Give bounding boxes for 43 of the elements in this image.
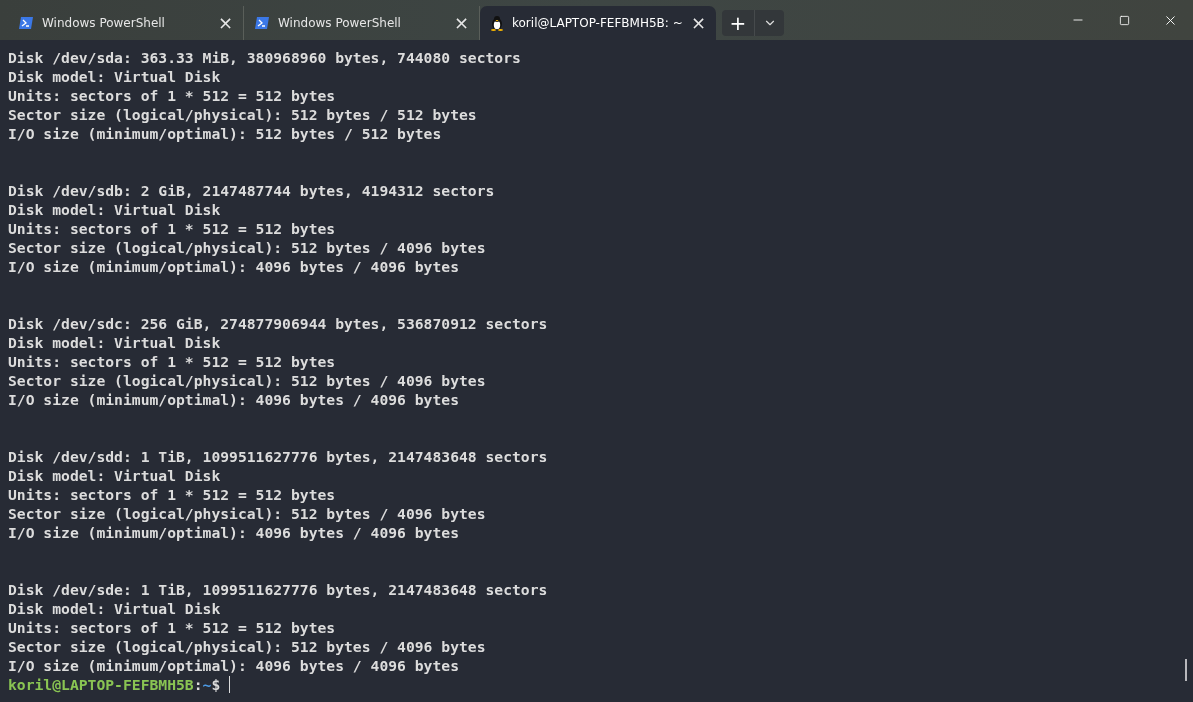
- terminal-output-line: I/O size (minimum/optimal): 4096 bytes / 4096 bytes: [8, 523, 459, 542]
- close-tab-button[interactable]: ×: [217, 14, 233, 32]
- terminal-output-line: Sector size (logical/physical): 512 bytes / 4096 bytes: [8, 238, 486, 257]
- terminal-output-line: Sector size (logical/physical): 512 bytes / 4096 bytes: [8, 504, 486, 523]
- terminal-output-line: Units: sectors of 1 * 512 = 512 bytes: [8, 352, 336, 371]
- tab-label: Windows PowerShell: [278, 15, 402, 32]
- tab[interactable]: Windows PowerShell ×: [8, 6, 244, 40]
- tab[interactable]: koril@LAPTOP-FEFBMH5B: ~ ×: [480, 6, 716, 40]
- terminal-output-line: I/O size (minimum/optimal): 4096 bytes / 4096 bytes: [8, 656, 459, 675]
- prompt-path: ~: [202, 675, 212, 694]
- prompt-separator: :: [193, 675, 203, 694]
- terminal-output-line: Disk /dev/sda: 363.33 MiB, 380968960 bytes, 744080 sectors: [8, 48, 521, 67]
- close-tab-button[interactable]: ×: [690, 14, 706, 32]
- terminal-output-line: Units: sectors of 1 * 512 = 512 bytes: [8, 219, 336, 238]
- text-cursor: [229, 676, 231, 693]
- terminal-output-line: I/O size (minimum/optimal): 4096 bytes / 4096 bytes: [8, 257, 459, 276]
- tab-label: koril@LAPTOP-FEFBMH5B: ~: [512, 15, 683, 32]
- terminal-prompt-icon: [254, 15, 270, 31]
- penguin-icon: [490, 15, 504, 31]
- terminal-output-line: Disk /dev/sde: 1 TiB, 1099511627776 bytes, 2147483648 sectors: [8, 580, 548, 599]
- terminal-output-line: Disk model: Virtual Disk: [8, 67, 221, 86]
- tab-label: Windows PowerShell: [42, 15, 166, 32]
- terminal-output-line: Disk /dev/sdd: 1 TiB, 1099511627776 bytes, 2147483648 sectors: [8, 447, 548, 466]
- terminal-output-line: Units: sectors of 1 * 512 = 512 bytes: [8, 618, 336, 637]
- terminal-output-line: Disk model: Virtual Disk: [8, 466, 221, 485]
- terminal-output-line: Disk model: Virtual Disk: [8, 599, 221, 618]
- prompt-symbol: $: [211, 675, 221, 694]
- terminal-prompt-icon: [18, 15, 34, 31]
- terminal-output-line: Disk model: Virtual Disk: [8, 200, 221, 219]
- terminal-output-line: Units: sectors of 1 * 512 = 512 bytes: [8, 86, 336, 105]
- maximize-icon: [1118, 14, 1130, 26]
- terminal-output-line: Sector size (logical/physical): 512 bytes / 4096 bytes: [8, 371, 486, 390]
- prompt-user-host: koril@LAPTOP-FEFBMH5B: [8, 675, 194, 694]
- terminal-output-line: Sector size (logical/physical): 512 bytes / 512 bytes: [8, 105, 477, 124]
- terminal-output-line: Disk /dev/sdc: 256 GiB, 274877906944 bytes, 536870912 sectors: [8, 314, 548, 333]
- terminal-output-line: I/O size (minimum/optimal): 512 bytes / 512 bytes: [8, 124, 442, 143]
- scrollbar-thumb[interactable]: [1185, 659, 1187, 681]
- terminal-output-line: I/O size (minimum/optimal): 4096 bytes / 4096 bytes: [8, 390, 459, 409]
- close-tab-button[interactable]: ×: [453, 14, 469, 32]
- terminal-output-line: Sector size (logical/physical): 512 bytes / 4096 bytes: [8, 637, 486, 656]
- terminal-output-line: Units: sectors of 1 * 512 = 512 bytes: [8, 485, 336, 504]
- terminal-output-line: Disk /dev/sdb: 2 GiB, 2147487744 bytes, 4194312 sectors: [8, 181, 495, 200]
- terminal-output-line: Disk model: Virtual Disk: [8, 333, 221, 352]
